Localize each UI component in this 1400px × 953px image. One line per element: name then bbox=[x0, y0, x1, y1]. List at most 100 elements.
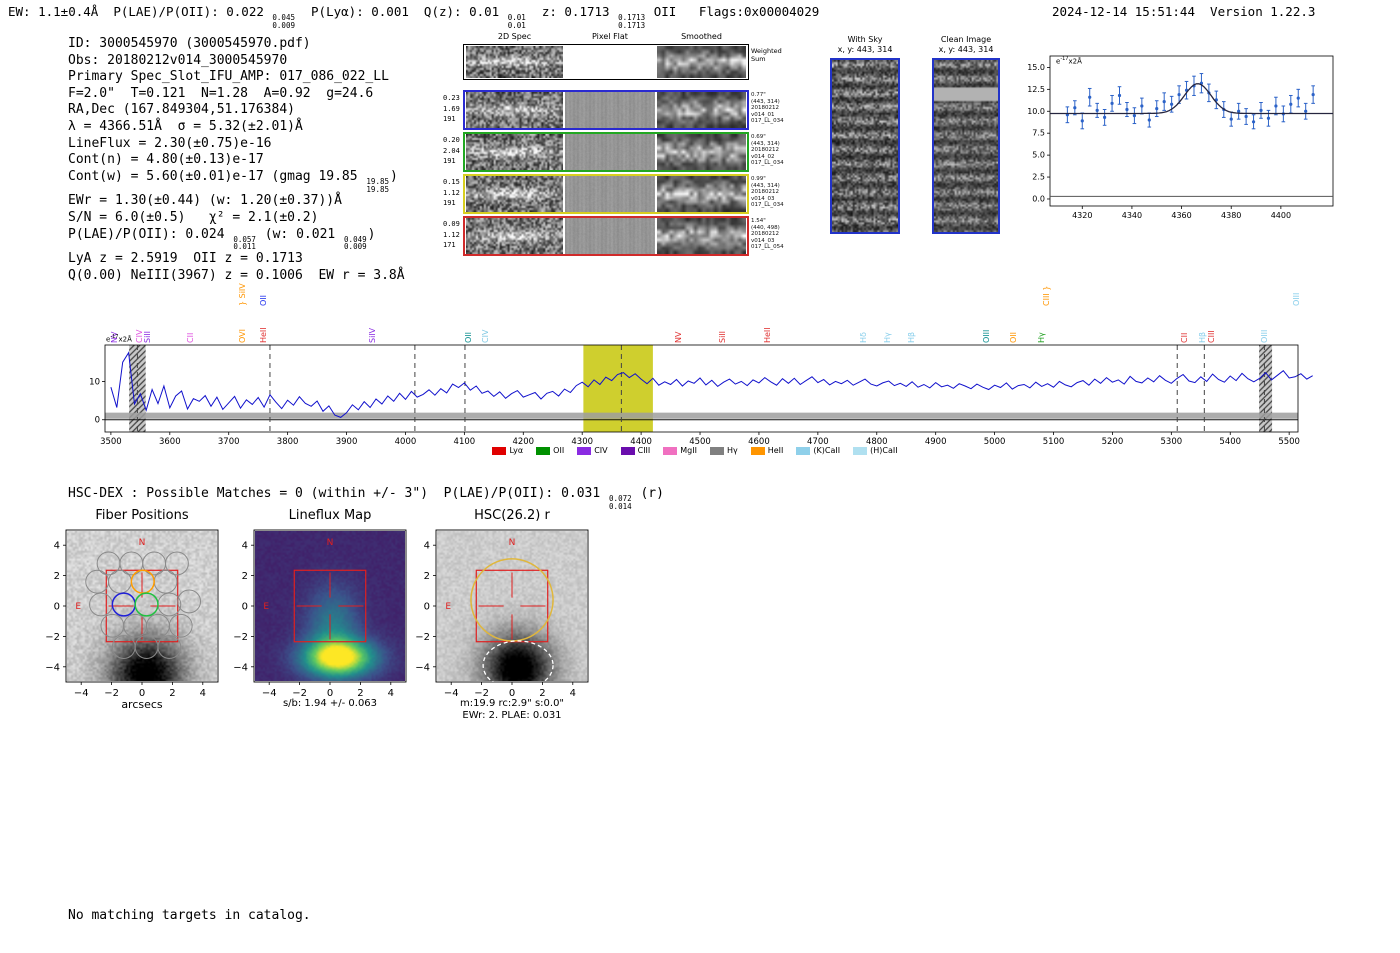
data-point bbox=[1229, 117, 1233, 121]
weighted-smoothed-image bbox=[657, 46, 746, 78]
legend-swatch bbox=[663, 446, 678, 455]
cutout-left-value: 191 bbox=[443, 115, 456, 123]
legend-label: HeII bbox=[767, 446, 784, 455]
east-label: E bbox=[263, 602, 269, 612]
spectrum-line bbox=[110, 351, 1313, 418]
legend-item: Hγ bbox=[709, 446, 738, 455]
fiber-circle bbox=[177, 589, 202, 614]
fiber-circle bbox=[85, 569, 110, 594]
x-tick-label: 4340 bbox=[1122, 211, 1142, 220]
y-tick-label: −4 bbox=[45, 662, 60, 673]
fiber-circle bbox=[146, 613, 170, 638]
cutout-left-value: 0.20 bbox=[443, 136, 460, 144]
emission-line-label: CIII } bbox=[1042, 285, 1052, 306]
cutout-left-value: 2.04 bbox=[443, 146, 460, 155]
emission-line-label: HeII bbox=[259, 327, 269, 343]
panel-caption: m:19.9 rc:2.9" s:0.0" bbox=[459, 698, 565, 709]
cutout-annotation-line: 20180212 bbox=[751, 189, 779, 196]
legend-swatch bbox=[750, 446, 765, 455]
y-tick-label: 5.0 bbox=[1032, 151, 1045, 160]
cutout-smoothed-image bbox=[657, 218, 746, 254]
legend-label: (H)CaII bbox=[870, 446, 898, 455]
exponent: -17 bbox=[110, 334, 119, 340]
selected-fiber-circle bbox=[134, 592, 159, 617]
cutout-annotation-line: v014_03 bbox=[751, 195, 775, 202]
emission-line-label: Hγ bbox=[1036, 332, 1046, 343]
cutout-pixelflat-image bbox=[565, 134, 655, 170]
legend-item: Lyα bbox=[492, 446, 523, 455]
cutout-row-annotations: 1.54" (440, 498) 20180212 v014_03 017_LL_054 bbox=[751, 218, 784, 251]
y-tick-label: 0.0 bbox=[1032, 194, 1045, 203]
emission-line-label: SiIV bbox=[368, 327, 378, 343]
cutout-pixelflat-image bbox=[565, 218, 655, 254]
cutout-annotation-line: 017_LL_034 bbox=[751, 118, 784, 125]
spectrum-flux-units-annotation: e-17x2Å bbox=[106, 334, 132, 344]
y-tick-label: 10 bbox=[89, 377, 100, 387]
legend-item: (K)CaII bbox=[796, 446, 840, 455]
cutout-annotation-line: 20180212 bbox=[751, 105, 779, 112]
cutout-row-annotations: 0.69" (443, 314) 20180212 v014_02 017_LL_034 bbox=[751, 134, 784, 167]
weighted-sum-line2: Sum bbox=[751, 54, 766, 63]
cutout-annotation-line: v014_03 bbox=[751, 237, 775, 244]
legend-label: (K)CaII bbox=[813, 446, 841, 455]
cutout-annotation-line: 0.77" bbox=[751, 92, 766, 98]
data-point bbox=[1162, 100, 1166, 104]
info-line: P(LAE)/P(OII): 0.024 0.057 0.011 (w: 0.02… bbox=[68, 226, 376, 252]
data-point bbox=[1088, 95, 1092, 99]
info-line: ID: 3000545970 (3000545970.pdf) bbox=[68, 36, 311, 51]
cutout-left-value: 191 bbox=[443, 157, 456, 165]
y-tick-label: 10.0 bbox=[1027, 107, 1045, 116]
info-line: Obs: 20180212v014_3000545970 bbox=[68, 52, 288, 68]
cutout-annotation-line: v014_01 bbox=[751, 111, 775, 118]
legend-item: (H)CaII bbox=[853, 446, 898, 455]
cutout-smoothed-image bbox=[657, 134, 746, 170]
cutout-annotation-line: (440, 498) bbox=[751, 224, 780, 231]
info-line: Cont(n) = 4.80(±0.13)e-17 bbox=[68, 152, 264, 168]
cutout-left-value: 1.12 bbox=[443, 188, 460, 197]
data-point bbox=[1170, 102, 1174, 106]
info-line: Cont(w) = 5.60(±0.01)e-17 (gmag 19.85 19… bbox=[68, 168, 398, 194]
y-tick-label: 12.5 bbox=[1027, 85, 1045, 94]
fiber-circle bbox=[111, 635, 136, 659]
data-point bbox=[1110, 101, 1114, 105]
cutout-row-left-values: 0.09 1.12 171 bbox=[443, 219, 460, 251]
fiber-circle bbox=[165, 551, 189, 576]
hsc-match-line: HSC-DEX : Possible Matches = 0 (within +… bbox=[68, 486, 664, 511]
fiber-circle bbox=[134, 635, 159, 659]
line-legend: Lyα OII CIV CIII MgII Hγ HeII (K)CaII (H)CaII bbox=[80, 446, 1310, 455]
emission-line-label: CIV bbox=[480, 329, 490, 343]
detection-highlight-band bbox=[583, 345, 653, 432]
panel-axes-overlay: −4−4−2−2002244 NE bbox=[233, 529, 407, 699]
legend-label: OII bbox=[553, 446, 565, 455]
y-tick-label: 2.5 bbox=[1032, 173, 1045, 182]
legend-label: Lyα bbox=[509, 446, 524, 455]
x-tick-label: 4320 bbox=[1072, 211, 1092, 220]
cutout-row-left-values: 0.23 1.69 191 bbox=[443, 93, 460, 125]
fiber-circle bbox=[89, 592, 113, 617]
cutout-smoothed-image bbox=[657, 92, 746, 128]
fiber-circle bbox=[96, 551, 121, 576]
emission-line-label: Hβ bbox=[1197, 331, 1207, 343]
data-point bbox=[1095, 108, 1099, 112]
catalog-note: No matching targets in catalog. Row inte… bbox=[68, 876, 311, 953]
weighted-sum-label: Weighted Sum bbox=[751, 47, 782, 63]
y-tick-label: −2 bbox=[233, 632, 248, 643]
catalog-note-line1: No matching targets in catalog. bbox=[68, 908, 311, 923]
legend-swatch bbox=[577, 446, 592, 455]
limits-stack: 0.072 0.014 bbox=[609, 494, 632, 511]
exponent: -17 bbox=[1060, 56, 1069, 62]
limits-stack: 19.85 19.85 bbox=[366, 176, 389, 194]
plot-frame bbox=[65, 529, 219, 683]
y-tick-label: 4 bbox=[424, 541, 430, 552]
plot-frame bbox=[435, 529, 589, 683]
data-point bbox=[1125, 107, 1129, 112]
cutout-annotation-line: 017_LL_034 bbox=[751, 160, 784, 167]
data-point bbox=[1289, 102, 1293, 106]
withsky-title: With Sky x, y: 443, 314 bbox=[820, 35, 910, 55]
emission-line-label: OII bbox=[259, 294, 269, 306]
data-point bbox=[1259, 108, 1263, 112]
line-fit-plot: 0.0 2.5 5.0 7.5 10.0 12.5 15.0 4320 4340 4360 4380… bbox=[1027, 55, 1334, 220]
cutout-left-value: 171 bbox=[443, 241, 456, 249]
legend-item: MgII bbox=[663, 446, 697, 455]
limits-stack: 0.01 0.01 bbox=[507, 13, 526, 30]
